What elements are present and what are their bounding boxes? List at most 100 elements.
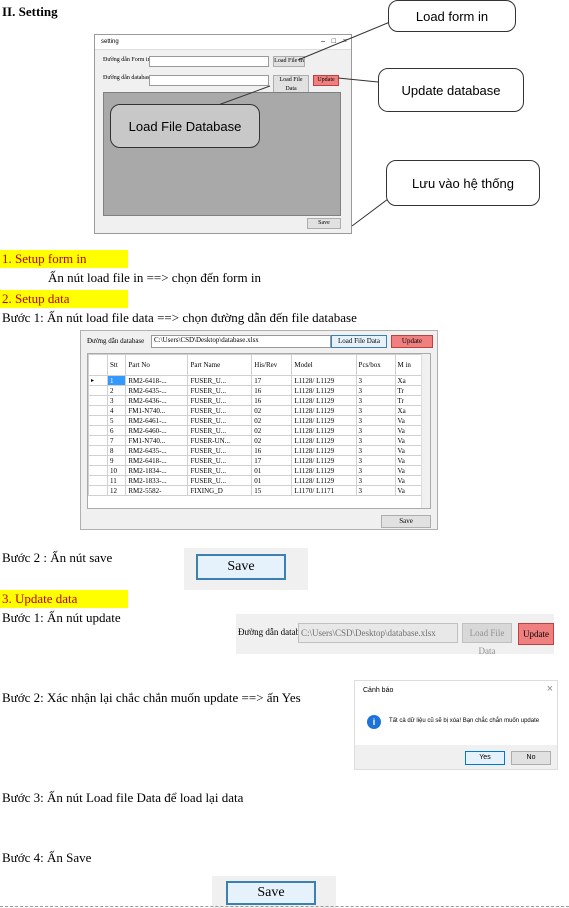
table-cell[interactable]: Tr: [394, 395, 423, 406]
table-cell[interactable]: FUSER_U...: [187, 445, 253, 456]
row-header[interactable]: [88, 385, 108, 396]
table-row[interactable]: 6 RM2-6460-... FUSER_U... 02 L1128/ L1129 3 Va: [88, 425, 423, 436]
table-cell[interactable]: FUSER_U...: [187, 405, 253, 416]
update-db-path[interactable]: C:\Users\CSD\Desktop\database.xlsx: [298, 623, 458, 643]
table-cell[interactable]: Va: [394, 485, 423, 496]
table-cell[interactable]: 17: [251, 375, 293, 386]
table-cell[interactable]: FUSER-UN...: [187, 435, 253, 446]
table-cell[interactable]: 12: [106, 485, 127, 496]
row-header[interactable]: [88, 405, 108, 416]
table-cell[interactable]: 02: [251, 405, 293, 416]
update-button[interactable]: Update: [518, 623, 554, 645]
table-cell[interactable]: Va: [394, 455, 423, 466]
row-header[interactable]: ▸: [88, 375, 108, 386]
table-cell[interactable]: 15: [251, 485, 293, 496]
column-header[interactable]: M in: [394, 354, 423, 376]
table-row[interactable]: 10 RM2-1834-... FUSER_U... 01 L1128/ L1129 3 V…: [88, 465, 423, 476]
table-cell[interactable]: Va: [394, 435, 423, 446]
table-cell[interactable]: 16: [251, 445, 293, 456]
table-cell[interactable]: Va: [394, 425, 423, 436]
table-cell[interactable]: 7: [106, 435, 127, 446]
table-cell[interactable]: RM2-6435-...: [125, 385, 189, 396]
table-cell[interactable]: 10: [106, 465, 127, 476]
table-cell[interactable]: 3: [355, 375, 396, 386]
row-header[interactable]: [88, 415, 108, 426]
table-cell[interactable]: Va: [394, 475, 423, 486]
row-header[interactable]: [88, 425, 108, 436]
table-row[interactable]: 5 RM2-6461-... FUSER_U... 02 L1128/ L1129 3 Va: [88, 415, 423, 426]
table-cell[interactable]: FUSER_U...: [187, 385, 253, 396]
table-cell[interactable]: FUSER_U...: [187, 425, 253, 436]
table-cell[interactable]: RM2-6436-...: [125, 395, 189, 406]
table-cell[interactable]: L1128/ L1129: [291, 465, 357, 476]
table-cell[interactable]: 3: [355, 385, 396, 396]
table-cell[interactable]: 02: [251, 415, 293, 426]
table-cell[interactable]: 2: [106, 385, 127, 396]
table-cell[interactable]: 3: [355, 445, 396, 456]
column-header[interactable]: His/Rev: [251, 354, 293, 376]
table-row[interactable]: ▸ 1 RM2-6418-... FUSER_U... 17 L1128/ L1129 3 X…: [88, 375, 423, 386]
table-cell[interactable]: L1170/ L1171: [291, 485, 357, 496]
table-cell[interactable]: 5: [106, 415, 127, 426]
table-cell[interactable]: 02: [251, 425, 293, 436]
table-cell[interactable]: L1128/ L1129: [291, 375, 357, 386]
row-header[interactable]: [88, 475, 108, 486]
no-button[interactable]: No: [511, 751, 551, 765]
table-cell[interactable]: L1128/ L1129: [291, 405, 357, 416]
db-path-field[interactable]: C:\Users\CSD\Desktop\database.xlsx: [151, 335, 331, 348]
table-cell[interactable]: FM1-N740...: [125, 405, 189, 416]
table-cell[interactable]: 8: [106, 445, 127, 456]
row-header[interactable]: [88, 435, 108, 446]
table-row[interactable]: 11 RM2-1833-... FUSER_U... 01 L1128/ L1129 3 V…: [88, 475, 423, 486]
table-cell[interactable]: 6: [106, 425, 127, 436]
table-row[interactable]: 3 RM2-6436-... FUSER_U... 16 L1128/ L1129 3 Tr: [88, 395, 423, 406]
yes-button[interactable]: Yes: [465, 751, 505, 765]
table-cell[interactable]: 16: [251, 385, 293, 396]
table-cell[interactable]: RM2-1834-...: [125, 465, 189, 476]
table-cell[interactable]: 01: [251, 465, 293, 476]
table-cell[interactable]: FUSER_U...: [187, 465, 253, 476]
table-row[interactable]: 8 RM2-6435-... FUSER_U... 16 L1128/ L1129 3 Va: [88, 445, 423, 456]
table-cell[interactable]: 3: [355, 415, 396, 426]
table-cell[interactable]: 16: [251, 395, 293, 406]
table-cell[interactable]: L1128/ L1129: [291, 475, 357, 486]
row-header[interactable]: [88, 465, 108, 476]
table-cell[interactable]: L1128/ L1129: [291, 385, 357, 396]
row-header[interactable]: [88, 455, 108, 466]
table-cell[interactable]: RM2-6461-...: [125, 415, 189, 426]
column-header[interactable]: Model: [291, 354, 357, 376]
table-cell[interactable]: 4: [106, 405, 127, 416]
table-cell[interactable]: L1128/ L1129: [291, 395, 357, 406]
table-cell[interactable]: 3: [355, 455, 396, 466]
row-header[interactable]: [88, 445, 108, 456]
table-cell[interactable]: L1128/ L1129: [291, 425, 357, 436]
table-cell[interactable]: RM2-6435-...: [125, 445, 189, 456]
table-cell[interactable]: L1128/ L1129: [291, 445, 357, 456]
table-cell[interactable]: FM1-N740...: [125, 435, 189, 446]
table-cell[interactable]: RM2-6460-...: [125, 425, 189, 436]
table-cell[interactable]: 3: [355, 475, 396, 486]
table-cell[interactable]: L1128/ L1129: [291, 415, 357, 426]
table-cell[interactable]: 3: [355, 465, 396, 476]
load-file-data-button[interactable]: Load File Data: [331, 335, 387, 348]
table-row[interactable]: 4 FM1-N740... FUSER_U... 02 L1128/ L1129 3 Xa: [88, 405, 423, 416]
table-cell[interactable]: 17: [251, 455, 293, 466]
table-cell[interactable]: Va: [394, 445, 423, 456]
table-row[interactable]: 2 RM2-6435-... FUSER_U... 16 L1128/ L1129 3 Tr: [88, 385, 423, 396]
table-cell[interactable]: L1128/ L1129: [291, 455, 357, 466]
table-cell[interactable]: Tr: [394, 385, 423, 396]
column-header[interactable]: Stt: [106, 354, 127, 376]
row-header[interactable]: [88, 395, 108, 406]
table-cell[interactable]: RM2-6418-...: [125, 375, 189, 386]
table-cell[interactable]: 9: [106, 455, 127, 466]
table-cell[interactable]: 3: [355, 435, 396, 446]
save-button[interactable]: Save: [196, 554, 286, 580]
column-header[interactable]: Part No: [125, 354, 189, 376]
table-cell[interactable]: Va: [394, 465, 423, 476]
table-cell[interactable]: 02: [251, 435, 293, 446]
table-cell[interactable]: 1: [106, 375, 127, 386]
table-cell[interactable]: 3: [355, 405, 396, 416]
table-cell[interactable]: 3: [355, 395, 396, 406]
save-button[interactable]: Save: [226, 881, 316, 905]
load-file-data-button-disabled[interactable]: Load File Data: [462, 623, 512, 656]
